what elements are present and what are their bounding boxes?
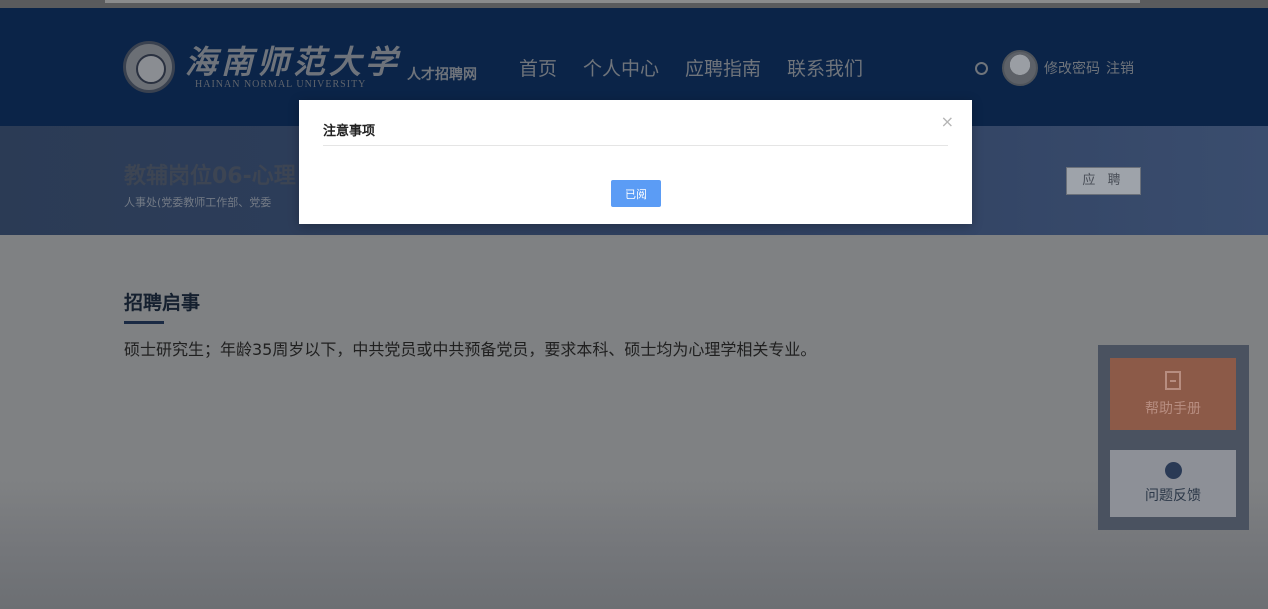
main-nav: 首页 个人中心 应聘指南 联系我们 — [519, 54, 863, 81]
feedback-label: 问题反馈 — [1145, 488, 1201, 504]
nav-item-personal-center[interactable]: 个人中心 — [583, 54, 659, 81]
section-title: 招聘启事 — [124, 292, 201, 314]
nav-item-home[interactable]: 首页 — [519, 54, 557, 81]
change-password-link[interactable]: 修改密码 — [1044, 58, 1100, 78]
chat-icon — [1164, 462, 1182, 479]
logout-link[interactable]: 注销 — [1106, 58, 1134, 78]
job-requirements: 硕士研究生；年龄35周岁以下，中共党员或中共预备党员，要求本科、硕士均为心理学相… — [124, 340, 817, 359]
close-icon[interactable]: × — [941, 114, 954, 130]
avatar[interactable] — [1002, 50, 1038, 86]
modal-title: 注意事项 — [323, 124, 376, 139]
help-manual-button[interactable]: 帮助手册 — [1110, 358, 1236, 430]
top-strip-bar — [105, 0, 1140, 3]
acknowledge-button[interactable]: 已阅 — [611, 180, 661, 207]
campus-photo-background — [0, 480, 1268, 609]
top-strip — [0, 0, 1268, 8]
search-icon[interactable] — [975, 61, 988, 75]
notice-modal: 注意事项 × 已阅 — [299, 100, 972, 224]
section-underline — [124, 321, 164, 324]
logo-site-name: 人才招聘网 — [407, 67, 478, 83]
nav-item-application-guide[interactable]: 应聘指南 — [685, 54, 761, 81]
manual-icon — [1165, 370, 1181, 390]
logo-text: 海南师范大学 HAINAN NORMAL UNIVERSITY — [185, 45, 401, 90]
apply-button[interactable]: 应 聘 — [1066, 167, 1141, 195]
side-help-panel: 帮助手册 问题反馈 — [1098, 345, 1249, 530]
job-content: 招聘启事 硕士研究生；年龄35周岁以下，中共党员或中共预备党员，要求本科、硕士均… — [124, 288, 816, 360]
nav-item-contact-us[interactable]: 联系我们 — [787, 54, 863, 81]
job-department: 人事处(党委教师工作部、党委 — [124, 196, 272, 209]
job-title: 教辅岗位06-心理 — [124, 164, 296, 189]
user-area: 修改密码 注销 — [975, 50, 1134, 86]
help-manual-label: 帮助手册 — [1145, 400, 1201, 417]
logo-english-name: HAINAN NORMAL UNIVERSITY — [195, 78, 367, 90]
university-logo[interactable]: 海南师范大学 HAINAN NORMAL UNIVERSITY 人才招聘网 — [123, 38, 477, 96]
logo-chinese-name: 海南师范大学 — [185, 42, 402, 81]
modal-divider — [323, 145, 948, 146]
university-seal-icon — [123, 41, 175, 93]
feedback-button[interactable]: 问题反馈 — [1110, 450, 1236, 517]
